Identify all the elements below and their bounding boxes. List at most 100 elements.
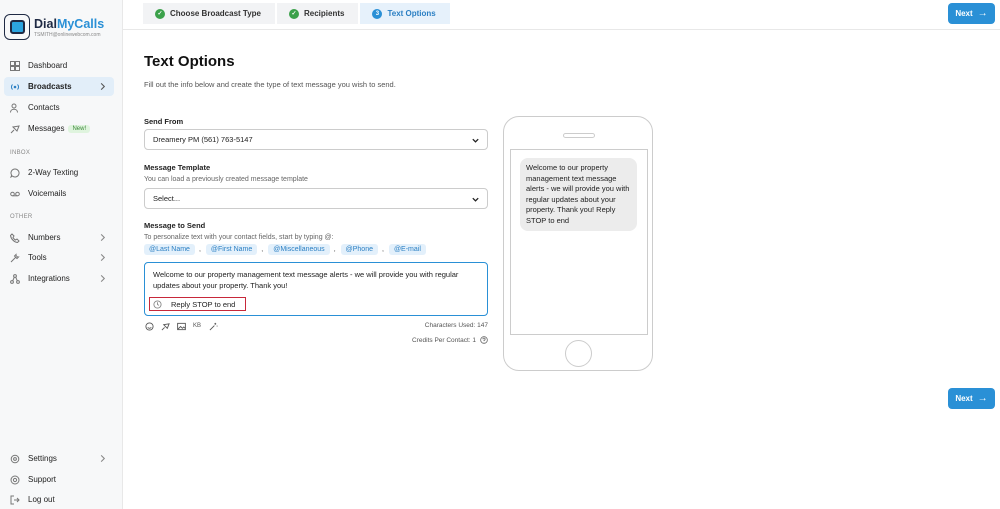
chevron-right-icon	[100, 82, 106, 91]
characters-used: Characters Used: 147	[424, 322, 488, 329]
step-progress: ✓ Choose Broadcast Type ✓ Recipients 3 T…	[143, 3, 452, 24]
next-label: Next	[955, 9, 973, 18]
credits-per-contact: Credits Per Contact: 1	[412, 336, 488, 344]
sidebar-item-numbers[interactable]: Numbers	[4, 228, 114, 247]
step-label: Recipients	[303, 9, 345, 18]
emoji-icon[interactable]	[144, 321, 154, 331]
step-number-icon: 3	[372, 8, 383, 19]
tag-phone[interactable]: @Phone	[340, 244, 378, 255]
logout-icon	[10, 495, 20, 505]
sidebar-item-label: 2-Way Texting	[28, 168, 79, 177]
merge-tags: @Last Name, @First Name, @Miscellaneous,…	[144, 244, 426, 255]
sidebar-item-label: Contacts	[28, 103, 60, 112]
sidebar-item-support[interactable]: Support	[4, 470, 114, 489]
clock-icon	[153, 299, 162, 309]
sidebar-item-2-way-texting[interactable]: 2-Way Texting	[4, 163, 114, 182]
send-from-value: Dreamery PM (561) 763-5147	[153, 135, 253, 144]
check-icon: ✓	[155, 8, 165, 19]
kb-icon[interactable]: KB	[192, 321, 202, 331]
tag-last-name[interactable]: @Last Name	[144, 244, 195, 255]
tag-separator: ,	[261, 246, 264, 253]
account-email: TSMITH@onlinewebcom.com	[34, 32, 101, 38]
sidebar-item-label: Settings	[28, 454, 57, 463]
image-icon[interactable]	[176, 321, 186, 331]
dashboard-icon	[10, 60, 20, 71]
voicemail-icon	[10, 189, 20, 199]
page-subtitle: Fill out the info below and create the t…	[144, 80, 396, 89]
brand-name: DialMyCalls	[34, 17, 105, 31]
contacts-icon	[10, 103, 20, 113]
phone-preview: Welcome to our property management text …	[503, 116, 653, 371]
step-label: Choose Broadcast Type	[170, 9, 261, 18]
chevron-right-icon	[100, 253, 106, 262]
sidebar-item-label: Messages	[28, 124, 65, 133]
arrow-right-icon: →	[977, 393, 988, 404]
sidebar-item-label: Broadcasts	[28, 82, 72, 91]
message-hint: To personalize text with your contact fi…	[144, 234, 334, 241]
phone-icon	[10, 232, 20, 243]
credits-text: Credits Per Contact: 1	[412, 336, 476, 344]
message-toolbar: KB	[144, 321, 224, 331]
gear-icon	[10, 454, 20, 464]
tag-email[interactable]: @E-mail	[388, 244, 426, 255]
template-hint: You can load a previously created messag…	[144, 176, 308, 183]
chevron-right-icon	[100, 274, 106, 283]
step-label: Text Options	[387, 9, 436, 18]
step-recipients[interactable]: ✓ Recipients	[276, 3, 359, 24]
sidebar-item-label: Voicemails	[28, 189, 67, 198]
arrow-right-icon: →	[977, 8, 988, 19]
message-body: Welcome to our property management text …	[153, 270, 459, 290]
next-button-bottom[interactable]: Next →	[948, 388, 995, 409]
sidebar-item-contacts[interactable]: Contacts	[4, 98, 114, 117]
phone-screen: Welcome to our property management text …	[510, 149, 648, 335]
template-value: Select...	[153, 194, 181, 203]
message-preview-bubble: Welcome to our property management text …	[520, 158, 637, 231]
sidebar-item-label: Tools	[28, 253, 47, 262]
tag-separator: ,	[382, 246, 384, 253]
phone-speaker	[563, 133, 595, 138]
broadcast-icon	[10, 82, 20, 92]
sidebar-item-label: Numbers	[28, 233, 61, 242]
step-text-options[interactable]: 3 Text Options	[360, 3, 450, 24]
new-badge: New!	[68, 124, 91, 133]
sidebar-item-label: Integrations	[28, 274, 70, 283]
message-textarea[interactable]: Welcome to our property management text …	[144, 262, 488, 316]
step-choose-broadcast-type[interactable]: ✓ Choose Broadcast Type	[143, 3, 275, 24]
sidebar: DialMyCalls TSMITH@onlinewebcom.com Dash…	[0, 0, 123, 509]
sidebar-item-dashboard[interactable]: Dashboard	[4, 56, 114, 75]
next-label: Next	[955, 394, 973, 403]
message-label: Message to Send	[144, 221, 206, 230]
help-icon[interactable]	[480, 336, 488, 344]
sidebar-item-integrations[interactable]: Integrations	[4, 269, 114, 288]
chevron-right-icon	[100, 233, 106, 242]
tag-separator: ,	[198, 246, 201, 253]
page-title: Text Options	[144, 53, 235, 70]
reply-stop-notice: Reply STOP to end	[149, 297, 246, 311]
sidebar-item-settings[interactable]: Settings	[4, 449, 114, 468]
inbox-section-label: INBOX	[10, 150, 31, 156]
chat-icon	[10, 167, 20, 178]
pin-icon[interactable]	[160, 321, 170, 331]
app-logo-icon[interactable]	[4, 14, 30, 40]
tag-miscellaneous[interactable]: @Miscellaneous	[268, 244, 330, 255]
sidebar-item-tools[interactable]: Tools	[4, 248, 114, 267]
tag-separator: ,	[333, 246, 336, 253]
sidebar-item-label: Log out	[28, 495, 55, 504]
tools-icon	[10, 252, 20, 263]
sidebar-item-broadcasts[interactable]: Broadcasts	[4, 77, 114, 96]
reply-stop-text: Reply STOP to end	[171, 299, 236, 309]
magic-wand-icon[interactable]	[208, 321, 218, 331]
sidebar-item-logout[interactable]: Log out	[4, 490, 114, 509]
check-icon: ✓	[288, 8, 299, 19]
template-label: Message Template	[144, 163, 211, 172]
chevron-down-icon	[472, 138, 479, 143]
sidebar-item-label: Support	[28, 475, 57, 484]
tag-first-name[interactable]: @First Name	[205, 244, 258, 255]
send-from-select[interactable]: Dreamery PM (561) 763-5147	[144, 129, 488, 150]
template-select[interactable]: Select...	[144, 188, 488, 209]
send-from-label: Send From	[144, 117, 184, 126]
sidebar-item-voicemails[interactable]: Voicemails	[4, 184, 114, 203]
next-button-top[interactable]: Next →	[948, 3, 995, 24]
sidebar-item-messages[interactable]: Messages New!	[4, 119, 114, 138]
messages-icon	[10, 124, 20, 134]
